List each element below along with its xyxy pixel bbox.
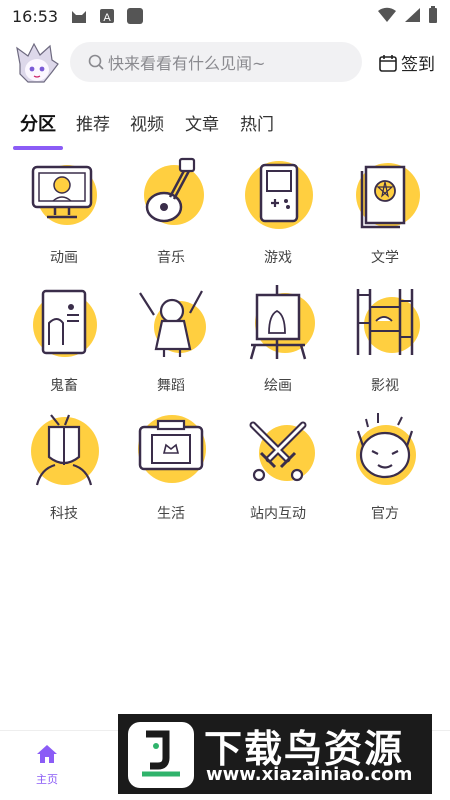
category-donghua[interactable]: 动画 <box>10 155 118 275</box>
tab-remen[interactable]: 热门 <box>240 110 274 135</box>
category-label: 站内互动 <box>250 506 306 522</box>
calendar-icon <box>379 54 397 72</box>
font-app-icon: A <box>100 9 115 24</box>
category-keji[interactable]: 科技 <box>10 411 118 531</box>
category-yingshi[interactable]: 影视 <box>331 283 439 403</box>
wifi-icon <box>378 7 396 23</box>
category-youxi[interactable]: 游戏 <box>224 155 332 275</box>
swords-icon <box>249 421 315 482</box>
search-placeholder: 快来看看有什么见闻~ <box>108 54 266 73</box>
tab-wenzhang[interactable]: 文章 <box>185 110 219 135</box>
watermark-banner: 下载鸟资源 www.xiazainiao.com <box>118 714 432 794</box>
category-yinyue[interactable]: 音乐 <box>117 155 225 275</box>
tab-indicator <box>13 146 63 150</box>
film-icon <box>356 289 420 355</box>
camera-icon <box>138 415 206 483</box>
tab-shipin[interactable]: 视频 <box>130 110 164 135</box>
category-wenxue[interactable]: 文学 <box>331 155 439 275</box>
category-guanfang[interactable]: 官方 <box>331 411 439 531</box>
header: 快来看看有什么见闻~ 签到 <box>0 38 450 88</box>
category-zhanneihudong[interactable]: 站内互动 <box>224 411 332 531</box>
easel-icon <box>249 285 315 360</box>
mascot-icon <box>356 413 416 485</box>
search-icon <box>88 54 104 70</box>
category-label: 舞蹈 <box>157 378 185 394</box>
gameboy-icon <box>245 161 313 229</box>
guitar-icon <box>144 157 204 225</box>
search-bar[interactable]: 快来看看有什么见闻~ <box>70 42 362 82</box>
category-label: 影视 <box>371 378 399 394</box>
category-label: 科技 <box>50 506 78 522</box>
cat-app-icon <box>72 11 87 23</box>
tab-tuijian[interactable]: 推荐 <box>76 110 110 135</box>
category-label: 动画 <box>50 250 78 266</box>
signin-button[interactable]: 签到 <box>378 50 435 75</box>
category-wudao[interactable]: 舞蹈 <box>117 283 225 403</box>
category-guichu[interactable]: 鬼畜 <box>10 283 118 403</box>
category-label: 音乐 <box>157 250 185 266</box>
signin-label: 签到 <box>401 55 435 75</box>
battery-icon <box>429 6 437 23</box>
dancer-icon <box>139 290 206 357</box>
square-app-icon <box>127 8 144 24</box>
tab-fenqu[interactable]: 分区 <box>20 110 56 136</box>
bird-logo-icon <box>128 722 194 788</box>
nav-home-label: 主页 <box>36 773 58 786</box>
category-shenghuo[interactable]: 生活 <box>117 411 225 531</box>
category-huihua[interactable]: 绘画 <box>224 283 332 403</box>
poster-icon <box>33 289 97 357</box>
category-label: 文学 <box>371 250 399 266</box>
tab-bar: 分区 推荐 视频 文章 热门 <box>0 106 450 152</box>
category-label: 官方 <box>371 506 399 522</box>
tv-icon <box>31 165 97 225</box>
category-label: 生活 <box>157 506 185 522</box>
cyborg-icon <box>31 414 99 486</box>
category-label: 鬼畜 <box>50 378 78 394</box>
nav-home[interactable]: 主页 <box>22 743 72 787</box>
svg-text:A: A <box>103 12 111 24</box>
watermark-url: www.xiazainiao.com <box>206 764 413 785</box>
book-icon <box>356 163 420 229</box>
status-time: 16:53 <box>12 6 59 26</box>
category-label: 绘画 <box>264 378 292 394</box>
category-label: 游戏 <box>264 250 292 266</box>
signal-icon <box>405 8 420 22</box>
home-icon <box>37 745 57 763</box>
status-bar: 16:53 A <box>0 0 450 32</box>
avatar[interactable] <box>14 42 60 86</box>
